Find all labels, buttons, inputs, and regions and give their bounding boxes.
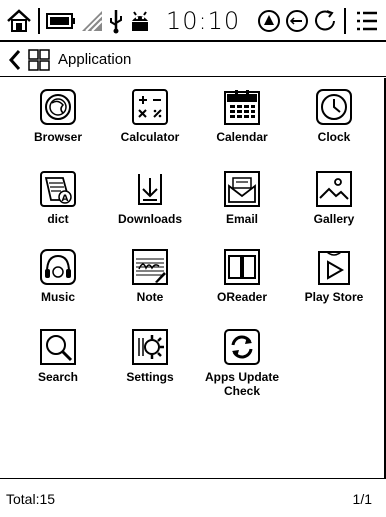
app-label: Settings	[126, 370, 174, 384]
app-label: Calendar	[216, 130, 268, 144]
app-calculator[interactable]: Calculator	[104, 82, 196, 160]
app-grid: Browser Calculator Calendar Clock A dict…	[0, 78, 386, 478]
app-header: Application	[0, 43, 386, 77]
app-gallery[interactable]: Gallery	[288, 164, 380, 242]
app-label: Calculator	[120, 130, 180, 144]
downloads-icon	[131, 170, 169, 208]
email-icon	[223, 170, 261, 208]
rotate-icon[interactable]	[256, 6, 282, 36]
android-debug-icon	[128, 6, 152, 36]
app-oreader[interactable]: OReader	[196, 242, 288, 320]
app-email[interactable]: Email	[196, 164, 288, 242]
app-downloads[interactable]: Downloads	[104, 164, 196, 242]
refresh-icon[interactable]	[312, 6, 338, 36]
dict-icon: A	[39, 170, 77, 208]
app-label: Apps Update Check	[204, 370, 279, 398]
search-icon	[39, 328, 77, 366]
app-note[interactable]: Note	[104, 242, 196, 320]
usb-icon	[108, 6, 124, 36]
play-store-icon	[315, 248, 353, 286]
app-label: Note	[136, 290, 164, 304]
clock-icon	[315, 88, 353, 126]
app-music[interactable]: Music	[12, 242, 104, 320]
total-count: Total:15	[6, 491, 56, 507]
oreader-icon	[223, 248, 261, 286]
app-update-check[interactable]: Apps Update Check	[196, 322, 288, 400]
gallery-icon	[315, 170, 353, 208]
status-bar: 10:10	[0, 0, 386, 42]
volume-icon[interactable]	[284, 6, 310, 36]
note-icon	[131, 248, 169, 286]
app-search[interactable]: Search	[12, 322, 104, 400]
battery-icon	[46, 6, 76, 36]
app-play-store[interactable]: Play Store	[288, 242, 380, 320]
settings-icon	[131, 328, 169, 366]
app-label: Downloads	[117, 212, 182, 226]
status-time: 10:10	[166, 7, 241, 35]
app-settings[interactable]: Settings	[104, 322, 196, 400]
app-label: Play Store	[304, 290, 364, 304]
calendar-icon	[223, 88, 261, 126]
chevron-left-icon[interactable]	[8, 48, 22, 72]
app-calendar[interactable]: Calendar	[196, 82, 288, 160]
app-label: Email	[225, 212, 258, 226]
status-divider	[38, 8, 40, 34]
app-clock[interactable]: Clock	[288, 82, 380, 160]
app-browser[interactable]: Browser	[12, 82, 104, 160]
app-label: dict	[47, 212, 69, 226]
app-dict[interactable]: A dict	[12, 164, 104, 242]
svg-text:A: A	[62, 194, 69, 204]
apps-grid-icon	[28, 49, 50, 71]
menu-icon[interactable]	[354, 6, 380, 36]
page-title: Application	[58, 51, 132, 68]
calculator-icon	[131, 88, 169, 126]
app-label: Search	[37, 370, 79, 384]
app-label: Gallery	[313, 212, 355, 226]
update-icon	[223, 328, 261, 366]
app-label: OReader	[216, 290, 268, 304]
home-icon[interactable]	[6, 6, 32, 36]
page-indicator[interactable]: 1/1	[353, 491, 372, 507]
status-divider	[344, 8, 346, 34]
app-label: Clock	[317, 130, 351, 144]
app-label: Music	[40, 290, 75, 304]
app-label: Browser	[33, 130, 83, 144]
footer: Total:15 1/1	[0, 478, 386, 517]
music-icon	[39, 248, 77, 286]
wifi-icon	[80, 6, 106, 36]
browser-icon	[39, 88, 77, 126]
